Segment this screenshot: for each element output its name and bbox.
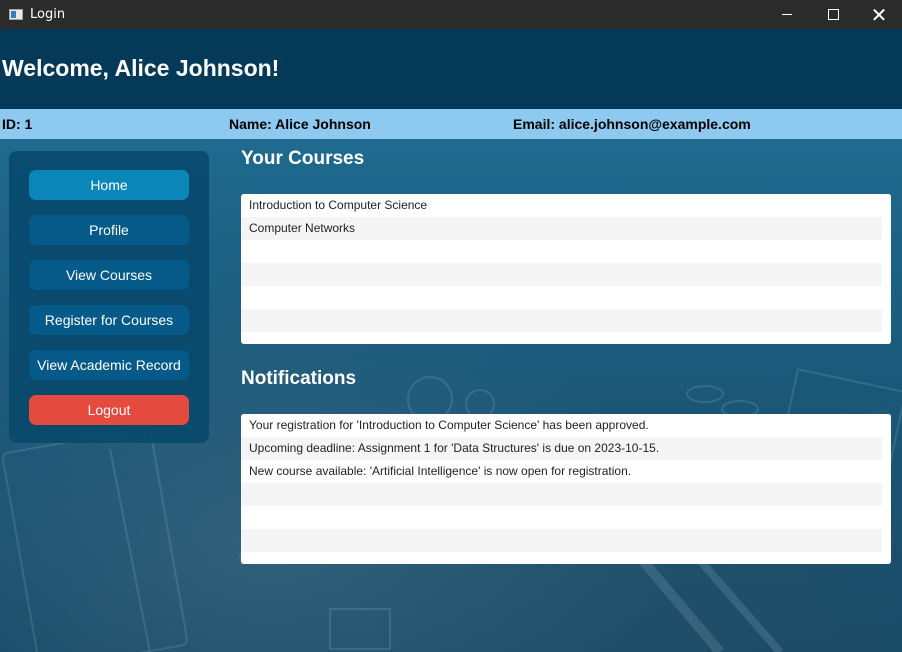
student-info-bar: ID: 1 Name: Alice Johnson Email: alice.j… (0, 109, 902, 139)
list-item[interactable]: Upcoming deadline: Assignment 1 for 'Dat… (241, 437, 891, 460)
courses-list[interactable]: Introduction to Computer Science Compute… (241, 194, 891, 344)
nav-academic-record-button[interactable]: View Academic Record (29, 350, 189, 380)
list-item (241, 483, 891, 506)
list-item[interactable]: New course available: 'Artificial Intell… (241, 460, 891, 483)
list-right-edge (882, 194, 891, 344)
nav-profile-button[interactable]: Profile (29, 215, 189, 245)
nav-register-courses-button[interactable]: Register for Courses (29, 305, 189, 335)
window-titlebar: Login ✕ (0, 0, 902, 29)
close-icon: ✕ (870, 2, 888, 27)
student-name: Name: Alice Johnson (229, 116, 371, 132)
list-item[interactable]: Your registration for 'Introduction to C… (241, 414, 891, 437)
list-item (241, 309, 891, 332)
nav-view-courses-button[interactable]: View Courses (29, 260, 189, 290)
welcome-header: Welcome, Alice Johnson! (0, 29, 902, 109)
student-email: Email: alice.johnson@example.com (513, 116, 751, 132)
list-item (241, 529, 891, 552)
list-item (241, 240, 891, 263)
notifications-list[interactable]: Your registration for 'Introduction to C… (241, 414, 891, 564)
list-item (241, 506, 891, 529)
sidebar-nav: Home Profile View Courses Register for C… (9, 151, 209, 443)
student-id: ID: 1 (2, 116, 33, 132)
list-item (241, 263, 891, 286)
minimize-icon (782, 14, 792, 15)
list-right-edge (882, 414, 891, 564)
notifications-heading: Notifications (241, 368, 357, 389)
maximize-button[interactable] (810, 0, 856, 29)
list-item[interactable]: Computer Networks (241, 217, 891, 240)
list-item[interactable]: Introduction to Computer Science (241, 194, 891, 217)
logout-button[interactable]: Logout (29, 395, 189, 425)
nav-home-button[interactable]: Home (29, 170, 189, 200)
window-title: Login (30, 7, 66, 22)
list-item (241, 286, 891, 309)
window-controls: ✕ (764, 0, 902, 29)
main-content: Home Profile View Courses Register for C… (0, 139, 902, 652)
courses-heading: Your Courses (241, 148, 365, 169)
close-button[interactable]: ✕ (856, 0, 902, 29)
minimize-button[interactable] (764, 0, 810, 29)
app-window-icon (9, 9, 23, 20)
maximize-icon (827, 9, 839, 20)
welcome-heading: Welcome, Alice Johnson! (2, 55, 280, 81)
